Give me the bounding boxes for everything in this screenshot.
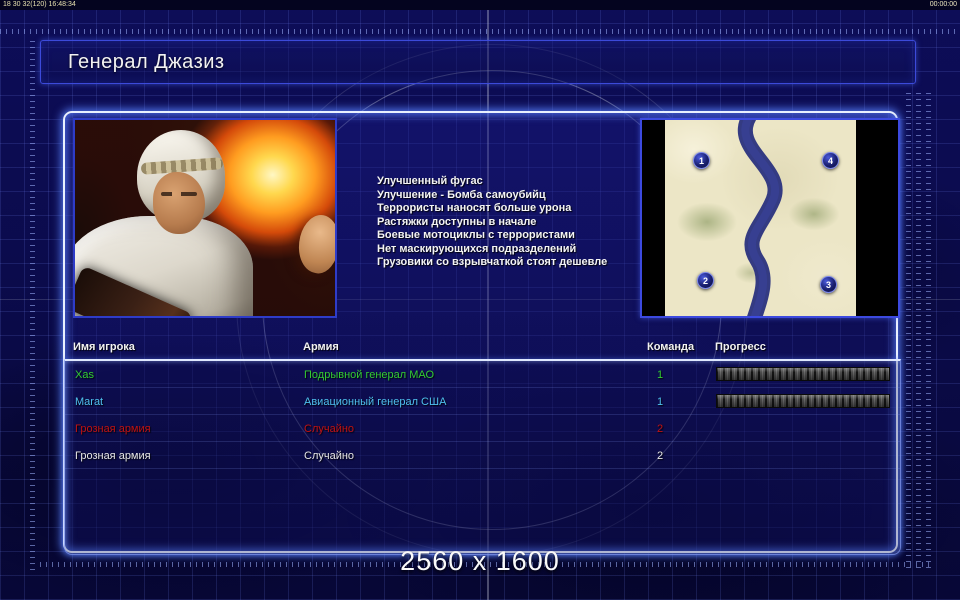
player-row: Грозная армия Случайно 2 — [65, 415, 900, 442]
bonus-line: Боевые мотоциклы с террористами — [377, 229, 575, 241]
players-table: Xas Подрывной генерал МАО 1 Marat Авиаци… — [64, 359, 901, 555]
general-bonus-list: Улучшенный фугас Улучшение - Бомба самоу… — [377, 175, 647, 270]
start-position-marker-2: 2 — [697, 272, 714, 289]
bonus-line: Террористы наносят больше урона — [377, 202, 572, 214]
ruler-ticks-right-3 — [926, 88, 931, 568]
loading-panel: Улучшенный фугас Улучшение - Бомба самоу… — [63, 111, 901, 555]
bonus-line: Растяжки доступны в начале — [377, 215, 537, 228]
general-face-art — [153, 172, 205, 234]
general-portrait-image — [73, 118, 337, 318]
player-name: Грозная армия — [75, 450, 151, 462]
column-header-progress: Прогресс — [715, 341, 766, 353]
page-title: Генерал Джазиз — [68, 50, 225, 73]
start-position-marker-3: 3 — [820, 276, 837, 293]
players-table-header: Имя игрока Армия Команда Прогресс — [65, 341, 896, 357]
bonus-line: Улучшение - Бомба самоубийц — [377, 188, 546, 201]
load-progress-bar — [716, 394, 890, 408]
player-army: Случайно — [304, 423, 355, 435]
player-name: Marat — [75, 396, 104, 408]
player-team: 2 — [657, 450, 664, 462]
resolution-label: 2560 x 1600 — [400, 546, 560, 576]
bonus-line: Нет маскирующихся подразделений — [377, 242, 577, 255]
player-name: Xas — [75, 369, 94, 381]
player-name: Грозная армия — [75, 423, 151, 435]
load-progress-bar — [716, 367, 890, 381]
general-eyes-art — [161, 192, 197, 196]
frame-timer-readout: 18 30 32(120) 16:48:34 — [3, 1, 76, 8]
loading-screen-title-bar: Генерал Джазиз — [40, 40, 916, 84]
player-team: 1 — [657, 369, 664, 381]
player-row: Xas Подрывной генерал МАО 1 — [65, 361, 900, 388]
player-army: Подрывной генерал МАО — [304, 369, 435, 381]
ruler-ticks-left — [30, 40, 35, 570]
start-position-marker-1: 1 — [693, 152, 710, 169]
column-header-player-name: Имя игрока — [73, 341, 135, 353]
start-position-marker-4: 4 — [822, 152, 839, 169]
game-clock-readout: 00:00:00 — [929, 1, 957, 8]
player-army: Авиационный генерал США — [304, 396, 447, 408]
column-header-army: Армия — [303, 341, 339, 353]
map-thumbnail: 1 4 2 3 — [665, 120, 856, 316]
player-row: Грозная армия Случайно 2 — [65, 442, 900, 469]
player-team: 1 — [657, 396, 664, 408]
debug-hud-bar: 18 30 32(120) 16:48:34 00:00:00 — [0, 0, 960, 10]
player-army: Случайно — [304, 450, 355, 462]
player-team: 2 — [657, 423, 664, 435]
column-header-team: Команда — [647, 341, 695, 353]
ruler-ticks-right-2 — [916, 88, 921, 568]
bonus-line: Грузовики со взрывчаткой стоят дешевле — [377, 256, 608, 268]
player-row: Marat Авиационный генерал США 1 — [65, 388, 900, 415]
ruler-ticks-top — [0, 29, 960, 34]
map-preview-box: 1 4 2 3 — [640, 118, 900, 318]
ruler-ticks-right-1 — [906, 88, 911, 568]
bonus-line: Улучшенный фугас — [377, 175, 483, 187]
